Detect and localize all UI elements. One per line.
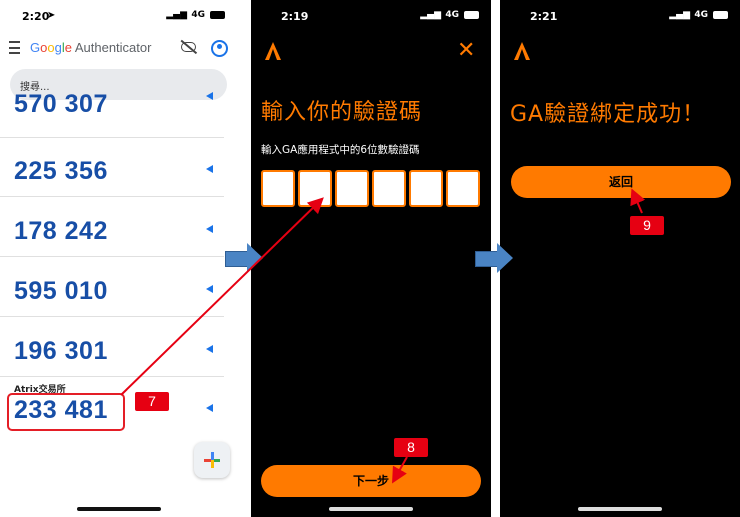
step-8-badge: 8 [394,438,428,457]
arrow-7-to-input [120,197,324,396]
arrow-8-to-next [392,456,408,484]
arrow-9-to-back [630,188,646,214]
step-9-badge: 9 [630,216,664,235]
step-7-badge: 7 [135,392,169,411]
annotation-arrows [120,188,646,484]
